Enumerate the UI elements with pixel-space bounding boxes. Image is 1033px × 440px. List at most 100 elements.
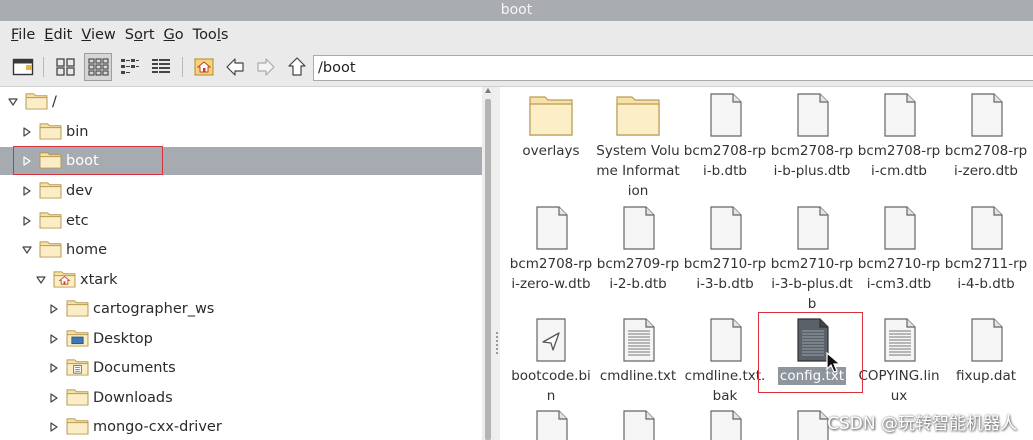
file-name-label: bcm2709-rpi-2-b.dtb bbox=[596, 256, 680, 292]
folder-icon bbox=[66, 387, 89, 410]
generic-file-icon bbox=[682, 408, 768, 440]
tree-item-label: boot bbox=[66, 153, 99, 169]
tree-item[interactable]: Downloads bbox=[48, 384, 173, 412]
tree-item[interactable]: mongo-cxx-driver bbox=[48, 413, 222, 440]
tree-item[interactable]: boot bbox=[0, 147, 482, 175]
menu-item[interactable]: Tools bbox=[193, 27, 229, 43]
menu-item[interactable]: Edit bbox=[44, 27, 72, 43]
desktop-folder-icon bbox=[66, 328, 89, 351]
home-icon[interactable] bbox=[193, 56, 215, 78]
collapsed-arrow-icon[interactable] bbox=[21, 185, 33, 197]
menu-item[interactable]: View bbox=[81, 27, 115, 43]
icon-view-icon[interactable] bbox=[55, 56, 77, 78]
expanded-arrow-icon[interactable] bbox=[35, 274, 47, 286]
text-file-icon bbox=[595, 316, 681, 364]
file-item[interactable] bbox=[595, 408, 681, 440]
file-item[interactable]: bcm2708-rpi-cm.dtb bbox=[856, 91, 942, 181]
file-item[interactable] bbox=[508, 408, 594, 440]
folder-item[interactable]: System Volume Information bbox=[595, 91, 681, 201]
folder-icon bbox=[39, 210, 62, 233]
new-window-icon[interactable] bbox=[12, 56, 34, 78]
text-file-icon bbox=[856, 316, 942, 364]
folder-item[interactable]: overlays bbox=[508, 91, 594, 161]
file-item[interactable]: config.txt bbox=[769, 316, 855, 386]
tree-scrollbar[interactable] bbox=[482, 87, 494, 440]
tree-item-label: / bbox=[52, 94, 57, 110]
collapsed-arrow-icon[interactable] bbox=[48, 303, 60, 315]
expanded-arrow-icon[interactable] bbox=[7, 96, 19, 108]
file-item[interactable]: bcm2708-rpi-b.dtb bbox=[682, 91, 768, 181]
expanded-arrow-icon[interactable] bbox=[21, 244, 33, 256]
file-item[interactable] bbox=[682, 408, 768, 440]
directory-tree[interactable]: / bin boot dev etc home xtark cartographer_ws De… bbox=[0, 87, 482, 440]
tree-item[interactable]: / bbox=[7, 88, 57, 116]
file-grid[interactable]: overlays System Volume Information bcm2708… bbox=[500, 87, 1033, 440]
forward-arrow-icon[interactable] bbox=[255, 56, 277, 78]
folder-icon bbox=[508, 91, 594, 139]
file-item[interactable]: bcm2710-rpi-3-b-plus.dtb bbox=[769, 204, 855, 314]
up-arrow-icon[interactable] bbox=[286, 56, 308, 78]
generic-file-icon bbox=[508, 204, 594, 252]
tree-item-label: Documents bbox=[93, 360, 176, 376]
collapsed-arrow-icon[interactable] bbox=[21, 126, 33, 138]
location-path-input[interactable] bbox=[313, 55, 1033, 81]
collapsed-arrow-icon[interactable] bbox=[21, 155, 33, 167]
tree-item-label: dev bbox=[66, 183, 93, 199]
generic-file-icon bbox=[769, 91, 855, 139]
file-item[interactable]: COPYING.linux bbox=[856, 316, 942, 406]
file-item[interactable]: bcm2709-rpi-2-b.dtb bbox=[595, 204, 681, 294]
file-item[interactable]: cmdline.txt.bak bbox=[682, 316, 768, 406]
detailed-list-icon[interactable] bbox=[150, 56, 172, 78]
tree-item[interactable]: etc bbox=[21, 207, 89, 235]
tree-item[interactable]: dev bbox=[21, 177, 93, 205]
file-item[interactable]: fixup.dat bbox=[943, 316, 1029, 386]
file-name-label: bcm2708-rpi-zero.dtb bbox=[944, 143, 1028, 179]
tree-item[interactable]: cartographer_ws bbox=[48, 295, 214, 323]
scroll-up-arrow-icon[interactable] bbox=[485, 88, 491, 93]
file-name-label: fixup.dat bbox=[955, 368, 1017, 384]
tree-item-label: Desktop bbox=[93, 331, 153, 347]
file-item[interactable]: bcm2708-rpi-b-plus.dtb bbox=[769, 91, 855, 181]
file-name-label: bcm2710-rpi-3-b.dtb bbox=[683, 256, 767, 292]
file-name-label: bcm2708-rpi-b-plus.dtb bbox=[770, 143, 854, 179]
menu-item[interactable]: File bbox=[11, 27, 35, 43]
tree-item[interactable]: bin bbox=[21, 118, 88, 146]
file-item[interactable]: bcm2708-rpi-zero.dtb bbox=[943, 91, 1029, 181]
collapsed-arrow-icon[interactable] bbox=[48, 392, 60, 404]
window-title: boot bbox=[500, 2, 533, 18]
file-item[interactable]: bcm2711-rpi-4-b.dtb bbox=[943, 204, 1029, 294]
folder-icon bbox=[25, 91, 48, 114]
menubar: File Edit View Sort Go Tools bbox=[0, 21, 1033, 48]
file-item[interactable]: bcm2708-rpi-zero-w.dtb bbox=[508, 204, 594, 294]
file-item[interactable]: bcm2710-rpi-cm3.dtb bbox=[856, 204, 942, 294]
file-name-label: bcm2708-rpi-zero-w.dtb bbox=[509, 256, 593, 292]
generic-file-icon bbox=[682, 204, 768, 252]
collapsed-arrow-icon[interactable] bbox=[48, 421, 60, 433]
collapsed-arrow-icon[interactable] bbox=[21, 215, 33, 227]
file-item[interactable]: bootcode.bin bbox=[508, 316, 594, 406]
folder-icon bbox=[39, 121, 62, 144]
window-titlebar[interactable]: boot bbox=[0, 0, 1033, 21]
tree-item-label: Downloads bbox=[93, 390, 173, 406]
tree-item-label: home bbox=[66, 242, 108, 258]
compact-view-icon[interactable] bbox=[119, 56, 141, 78]
back-arrow-icon[interactable] bbox=[224, 56, 246, 78]
scrollbar-thumb[interactable] bbox=[485, 99, 491, 440]
file-name-label: bcm2710-rpi-3-b-plus.dtb bbox=[770, 256, 854, 312]
tree-item[interactable]: xtark bbox=[35, 266, 118, 294]
file-item[interactable]: cmdline.txt bbox=[595, 316, 681, 386]
collapsed-arrow-icon[interactable] bbox=[48, 362, 60, 374]
tree-item[interactable]: Documents bbox=[48, 354, 176, 382]
tree-item-label: xtark bbox=[80, 272, 118, 288]
menu-item[interactable]: Go bbox=[164, 27, 184, 43]
file-name-label: overlays bbox=[522, 143, 580, 159]
thumbnail-view-icon[interactable] bbox=[87, 56, 109, 78]
menu-item[interactable]: Sort bbox=[125, 27, 155, 43]
tree-item[interactable]: home bbox=[21, 236, 107, 264]
generic-file-icon bbox=[943, 316, 1029, 364]
file-item[interactable]: bcm2710-rpi-3-b.dtb bbox=[682, 204, 768, 294]
watermark: CSDN @玩转智能机器人 bbox=[827, 414, 1017, 434]
collapsed-arrow-icon[interactable] bbox=[48, 333, 60, 345]
folder-icon bbox=[39, 239, 62, 262]
tree-item[interactable]: Desktop bbox=[48, 325, 153, 353]
